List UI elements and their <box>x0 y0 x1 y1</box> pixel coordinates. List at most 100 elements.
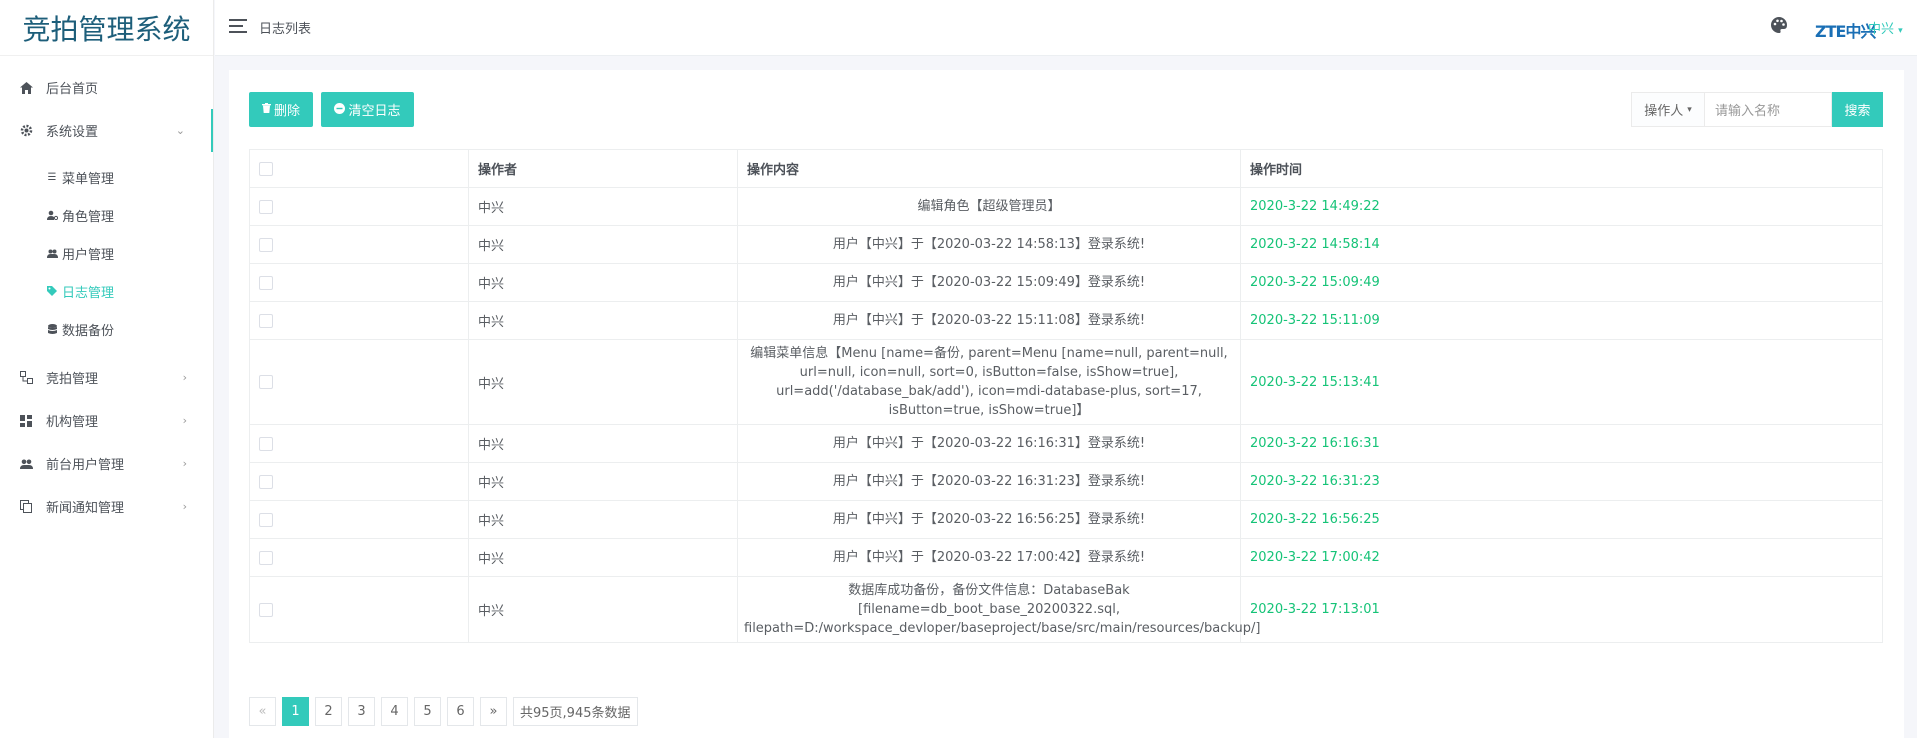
time-cell: 2020-3-22 15:11:09 <box>1240 301 1883 340</box>
tag-icon <box>46 286 58 296</box>
time-cell: 2020-3-22 16:16:31 <box>1240 424 1883 463</box>
topbar: 日志列表 ZTE中兴 中兴 ▾ <box>215 0 1917 56</box>
sidebar-item-role-management[interactable]: 角色管理 <box>0 196 213 234</box>
row-select-cell <box>249 187 469 226</box>
row-select-cell <box>249 301 469 340</box>
content-cell: 用户【中兴】于【2020-03-22 14:58:13】登录系统! <box>737 225 1241 264</box>
pagination-page-5[interactable]: 5 <box>414 697 441 726</box>
row-checkbox[interactable] <box>259 474 273 489</box>
search-input[interactable]: 请输入名称 <box>1705 92 1832 127</box>
pagination-page-3[interactable]: 3 <box>348 697 375 726</box>
row-checkbox[interactable] <box>259 375 273 389</box>
row-select-cell <box>249 500 469 539</box>
table-row: 中兴 编辑菜单信息【Menu [name=备份, parent=Menu [na… <box>249 339 1883 425</box>
row-select-cell <box>249 462 469 501</box>
table-row: 中兴 用户【中兴】于【2020-03-22 15:11:08】登录系统! 202… <box>249 301 1883 340</box>
row-checkbox[interactable] <box>259 237 273 252</box>
sidebar-item-data-backup[interactable]: 数据备份 <box>0 310 213 348</box>
minus-circle-icon <box>334 102 346 117</box>
trash-icon <box>261 103 271 116</box>
content-cell: 用户【中兴】于【2020-03-22 16:16:31】登录系统! <box>737 424 1241 463</box>
search-field-select[interactable]: 操作人 ▾ <box>1631 92 1705 127</box>
sidebar-item-frontend-users[interactable]: 前台用户管理 › <box>0 442 213 485</box>
content-cell: 数据库成功备份，备份文件信息：DatabaseBak [filename=db_… <box>737 576 1261 643</box>
sidebar-item-news[interactable]: 新闻通知管理 › <box>0 485 213 528</box>
row-select-cell <box>249 225 469 264</box>
pagination-page-2[interactable]: 2 <box>315 697 342 726</box>
sidebar-subitem-label: 用户管理 <box>62 247 115 263</box>
time-cell: 2020-3-22 15:09:49 <box>1240 263 1883 302</box>
pagination-summary: 共95页,945条数据 <box>513 697 638 726</box>
content-cell: 用户【中兴】于【2020-03-22 17:00:42】登录系统! <box>737 538 1241 577</box>
row-checkbox[interactable] <box>259 436 273 451</box>
pagination-page-1[interactable]: 1 <box>282 697 309 726</box>
sidebar-item-label: 机构管理 <box>46 415 99 430</box>
time-cell: 2020-3-22 14:49:22 <box>1240 187 1883 226</box>
clear-logs-button[interactable]: 清空日志 <box>321 92 414 127</box>
palette-icon[interactable] <box>1770 16 1788 34</box>
select-all-header <box>249 149 469 188</box>
sitemap-icon <box>18 370 34 386</box>
chevron-right-icon: › <box>182 500 187 513</box>
user-menu[interactable]: 中兴 ▾ <box>1868 18 1903 37</box>
people-icon <box>18 456 34 472</box>
row-checkbox[interactable] <box>259 275 273 290</box>
breadcrumb: 日志列表 <box>259 22 312 37</box>
search-input-placeholder: 请输入名称 <box>1715 104 1781 119</box>
gear-icon <box>18 123 34 139</box>
sidebar-item-label: 系统设置 <box>46 125 99 140</box>
search-button[interactable]: 搜索 <box>1832 92 1883 127</box>
table-row: 中兴 用户【中兴】于【2020-03-22 17:00:42】登录系统! 202… <box>249 538 1883 577</box>
row-checkbox[interactable] <box>259 602 273 617</box>
clear-logs-button-label: 清空日志 <box>348 104 401 119</box>
delete-button-label: 删除 <box>273 104 300 119</box>
table-row: 中兴 数据库成功备份，备份文件信息：DatabaseBak [filename=… <box>249 576 1883 643</box>
operator-cell: 中兴 <box>468 339 738 425</box>
delete-button[interactable]: 删除 <box>249 92 313 127</box>
app-title: 竞拍管理系统 <box>0 0 213 56</box>
user-settings-icon <box>46 210 58 220</box>
time-cell: 2020-3-22 14:58:14 <box>1240 225 1883 264</box>
sidebar-item-organization[interactable]: 机构管理 › <box>0 399 213 442</box>
operator-cell: 中兴 <box>468 462 738 501</box>
sidebar-item-auction[interactable]: 竞拍管理 › <box>0 356 213 399</box>
chevron-right-icon: › <box>182 371 187 384</box>
pagination-next[interactable]: » <box>480 697 507 726</box>
operator-cell: 中兴 <box>468 187 738 226</box>
chevron-right-icon: › <box>182 414 187 427</box>
row-select-cell <box>249 263 469 302</box>
row-select-cell <box>249 538 469 577</box>
row-checkbox[interactable] <box>259 313 273 328</box>
sidebar-subitem-label: 角色管理 <box>62 209 115 225</box>
column-header-time: 操作时间 <box>1240 149 1883 188</box>
menu-toggle-icon[interactable] <box>229 19 247 33</box>
select-all-checkbox[interactable] <box>259 161 273 176</box>
row-select-cell <box>249 424 469 463</box>
time-cell: 2020-3-22 15:13:41 <box>1240 339 1883 425</box>
pagination-page-6[interactable]: 6 <box>447 697 474 726</box>
sidebar-item-menu-management[interactable]: ☰ 菜单管理 <box>0 158 213 196</box>
sidebar-item-label: 后台首页 <box>46 82 99 97</box>
row-checkbox[interactable] <box>259 550 273 565</box>
row-checkbox[interactable] <box>259 512 273 527</box>
row-select-cell <box>249 576 469 643</box>
row-select-cell <box>249 339 469 425</box>
operator-cell: 中兴 <box>468 263 738 302</box>
sidebar-item-system-settings[interactable]: 系统设置 ⌄ <box>0 109 213 152</box>
grid-icon <box>18 413 34 429</box>
table-row: 中兴 用户【中兴】于【2020-03-22 15:09:49】登录系统! 202… <box>249 263 1883 302</box>
sidebar-subitem-label: 数据备份 <box>62 323 115 339</box>
row-checkbox[interactable] <box>259 199 273 214</box>
system-settings-submenu: ☰ 菜单管理 角色管理 用户管理 日志管理 数据备份 <box>0 152 213 356</box>
pagination-page-4[interactable]: 4 <box>381 697 408 726</box>
sidebar-item-user-management[interactable]: 用户管理 <box>0 234 213 272</box>
search-button-label: 搜索 <box>1844 104 1871 119</box>
table-row: 中兴 用户【中兴】于【2020-03-22 16:56:25】登录系统! 202… <box>249 500 1883 539</box>
sidebar-item-label: 新闻通知管理 <box>46 501 125 516</box>
sidebar-item-home[interactable]: 后台首页 <box>0 66 213 109</box>
operator-cell: 中兴 <box>468 500 738 539</box>
table-row: 中兴 用户【中兴】于【2020-03-22 14:58:13】登录系统! 202… <box>249 225 1883 264</box>
home-icon <box>18 80 34 96</box>
pagination-prev[interactable]: « <box>249 697 276 726</box>
sidebar-item-log-management[interactable]: 日志管理 <box>0 272 213 310</box>
